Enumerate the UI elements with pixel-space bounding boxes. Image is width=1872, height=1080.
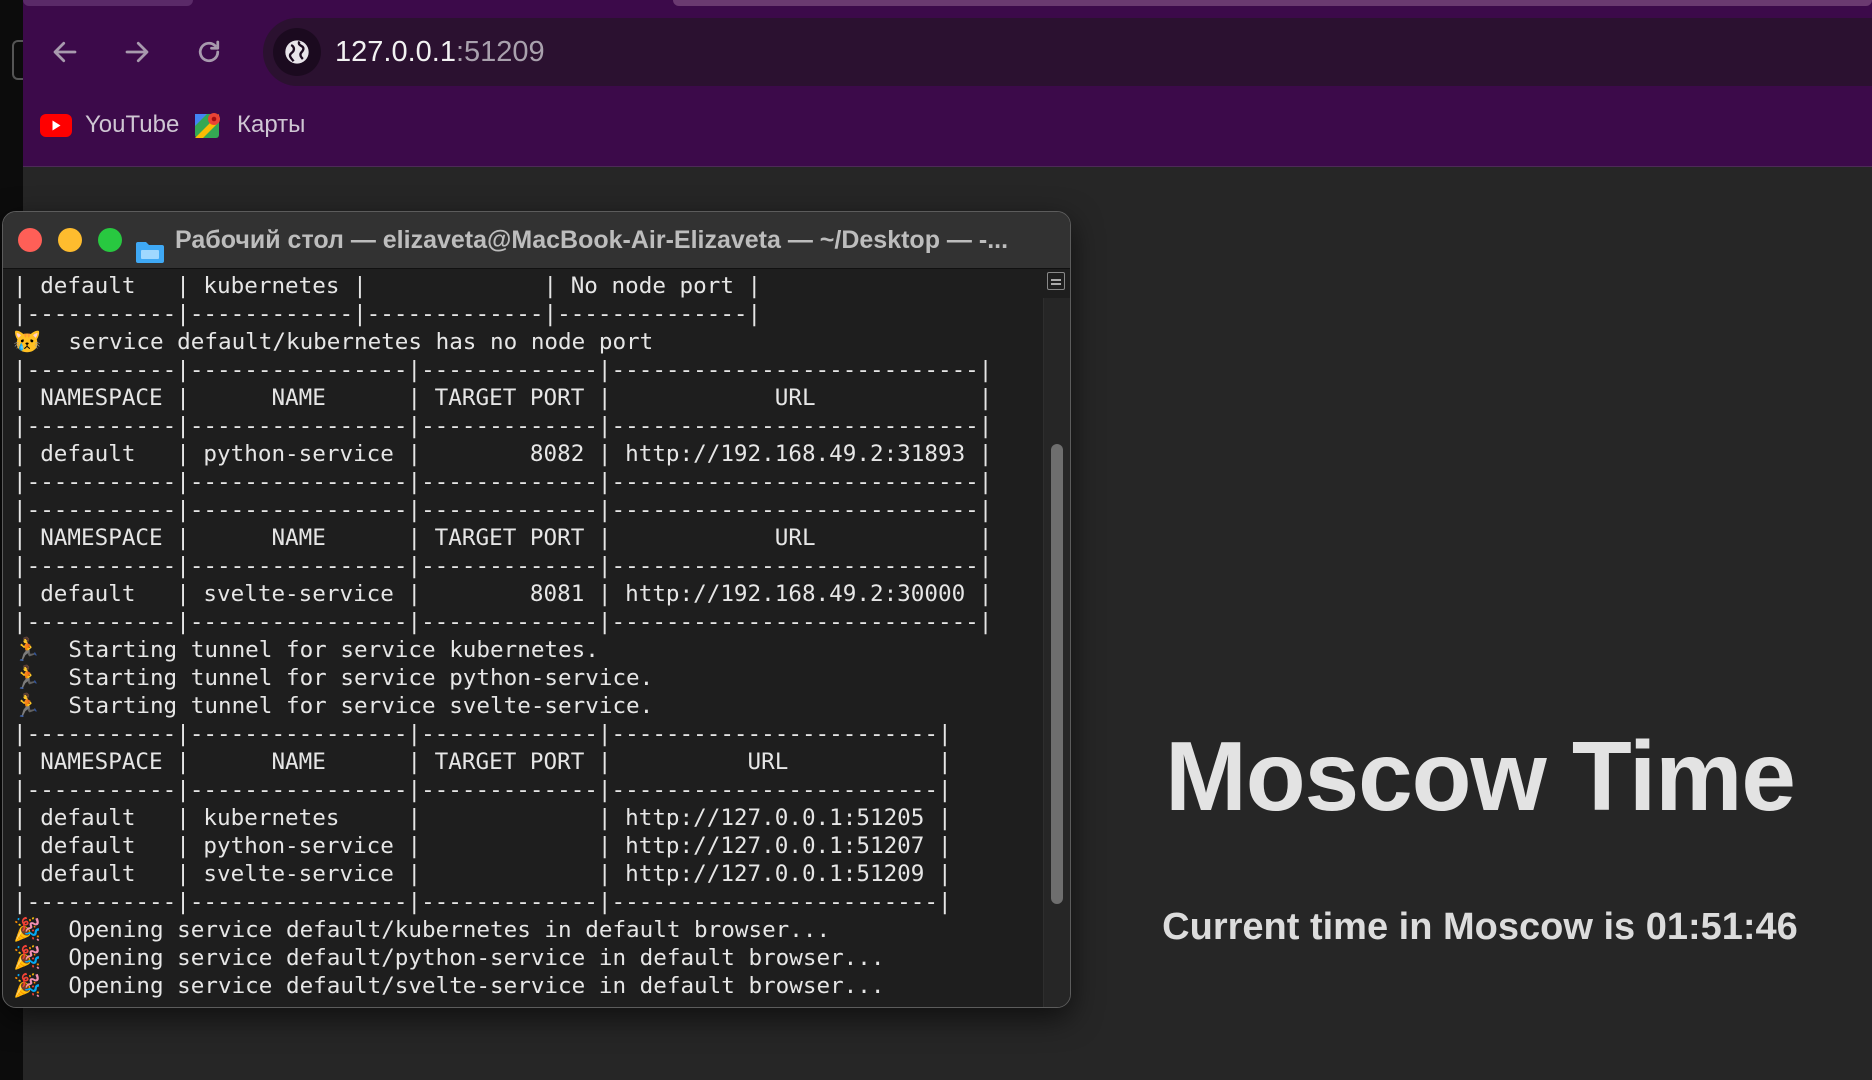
terminal-line: 🏃 Starting tunnel for service svelte-ser… xyxy=(13,693,654,719)
terminal-line: |-----------|----------------|----------… xyxy=(13,889,952,915)
folder-icon xyxy=(135,228,165,263)
terminal-line: | NAMESPACE | NAME | TARGET PORT | URL | xyxy=(13,749,952,775)
terminal-title-text: Рабочий стол — elizaveta@MacBook-Air-Eli… xyxy=(175,226,1009,254)
terminal-line: | default | python-service | 8082 | http… xyxy=(13,441,993,467)
terminal-line: 🏃 Starting tunnel for service kubernetes… xyxy=(13,637,599,663)
bookmark-label: Карты xyxy=(237,111,306,138)
arrow-left-icon xyxy=(53,41,77,63)
bookmark-maps[interactable]: Карты xyxy=(191,107,305,143)
terminal-line: |-----------|----------------|----------… xyxy=(13,553,993,579)
terminal-line: | NAMESPACE | NAME | TARGET PORT | URL | xyxy=(13,525,993,551)
terminal-line: | default | svelte-service | 8081 | http… xyxy=(13,581,993,607)
forward-button[interactable] xyxy=(115,30,159,74)
youtube-icon xyxy=(39,112,73,138)
terminal-line: | default | svelte-service | | http://12… xyxy=(13,861,952,887)
terminal-line: 🏃 Starting tunnel for service python-ser… xyxy=(13,665,654,691)
terminal-line: | default | kubernetes | | No node port … xyxy=(13,273,762,299)
url-host: 127.0.0.1 xyxy=(335,36,456,68)
terminal-line: |-----------|----------------|----------… xyxy=(13,609,993,635)
terminal-line: |-----------|----------------|----------… xyxy=(13,413,993,439)
tab[interactable] xyxy=(673,0,1872,6)
arrow-right-icon xyxy=(125,41,149,63)
back-button[interactable] xyxy=(43,30,87,74)
terminal-line: 🎉 Opening service default/svelte-service… xyxy=(13,973,885,999)
minimize-button[interactable] xyxy=(58,228,82,252)
terminal-line: 😿 service default/kubernetes has no node… xyxy=(13,329,654,355)
tab[interactable] xyxy=(23,0,193,6)
address-bar[interactable]: 127.0.0.1:51209 xyxy=(263,18,1872,86)
scrollbar-thumb[interactable] xyxy=(1051,444,1063,904)
terminal-line: |-----------|----------------|----------… xyxy=(13,469,993,495)
reload-button[interactable] xyxy=(187,30,231,74)
terminal-line: |-----------|------------|-------------|… xyxy=(13,301,762,327)
terminal-line: |-----------|----------------|----------… xyxy=(13,721,952,747)
close-button[interactable] xyxy=(18,228,42,252)
zoom-button[interactable] xyxy=(98,228,122,252)
bookmark-youtube[interactable]: YouTube xyxy=(39,107,179,143)
terminal-output[interactable]: | default | kubernetes | | No node port … xyxy=(13,272,1033,1007)
bookmark-label: YouTube xyxy=(85,111,180,138)
maps-icon xyxy=(191,112,225,138)
browser-toolbar: 127.0.0.1:51209 YouTube Карты xyxy=(23,0,1872,167)
reload-icon xyxy=(198,40,220,63)
terminal-window[interactable]: Рабочий стол — elizaveta@MacBook-Air-Eli… xyxy=(2,211,1071,1008)
terminal-line: | default | kubernetes | | http://127.0.… xyxy=(13,805,952,831)
split-pane-icon[interactable] xyxy=(1047,272,1065,290)
terminal-line: |-----------|----------------|----------… xyxy=(13,777,952,803)
globe-icon xyxy=(285,40,309,64)
current-time-text: Current time in Moscow is 01:51:46 xyxy=(1162,906,1798,948)
tab-strip xyxy=(23,0,1872,6)
url-text: 127.0.0.1:51209 xyxy=(335,18,545,86)
url-port: :51209 xyxy=(455,36,545,68)
terminal-line: | NAMESPACE | NAME | TARGET PORT | URL | xyxy=(13,385,993,411)
terminal-line: |-----------|----------------|----------… xyxy=(13,497,993,523)
terminal-title: Рабочий стол — elizaveta@MacBook-Air-Eli… xyxy=(135,212,1008,268)
page-title: Moscow Time xyxy=(1165,721,1796,831)
terminal-titlebar[interactable]: Рабочий стол — elizaveta@MacBook-Air-Eli… xyxy=(3,212,1070,269)
terminal-line: 🎉 Opening service default/python-service… xyxy=(13,945,885,971)
terminal-line: | default | python-service | | http://12… xyxy=(13,833,952,859)
terminal-line: |-----------|----------------|----------… xyxy=(13,357,993,383)
terminal-line: 🎉 Opening service default/kubernetes in … xyxy=(13,917,831,943)
toolbar-divider xyxy=(23,166,1872,167)
site-info-button[interactable] xyxy=(273,28,321,76)
